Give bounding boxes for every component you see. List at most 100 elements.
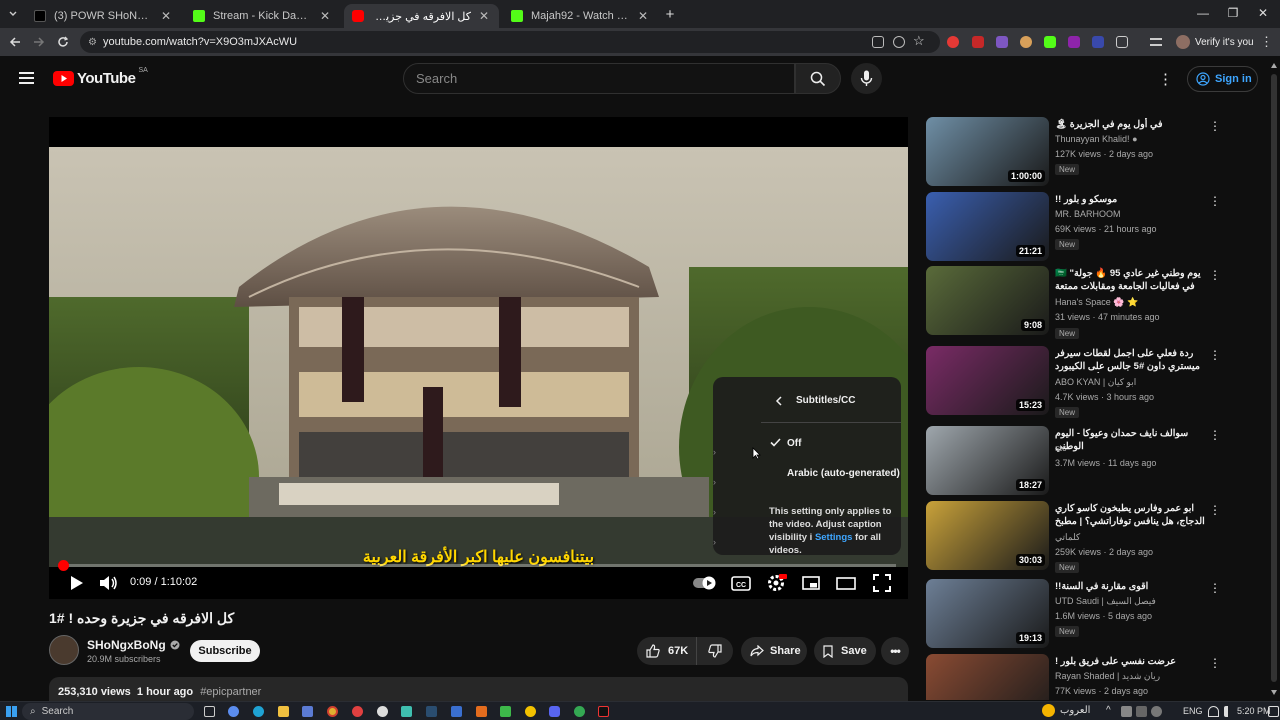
close-tab-icon[interactable]: ✕ [477,9,491,23]
app-yellow-icon[interactable] [525,706,536,717]
zoom-icon[interactable] [893,36,905,48]
tab-kick-dashboard[interactable]: Stream - Kick Dashboard ✕ [185,4,340,28]
more-vertical-icon[interactable]: ⋮ [1209,194,1221,208]
settings-menu-icon[interactable]: ⋮ [1158,70,1173,88]
site-info-icon[interactable]: ⚙ [88,37,97,48]
search-input[interactable]: Search [403,63,795,94]
channel-name[interactable]: ABO KYAN | ابو كيان [1055,377,1136,388]
miniplayer-icon[interactable] [800,572,822,594]
app-blue-icon[interactable] [451,706,462,717]
page-scrollbar[interactable] [1270,62,1278,702]
extension-honey-icon[interactable] [1020,36,1032,48]
video-thumbnail[interactable]: 30:03 [926,501,1049,570]
chrome-icon[interactable] [327,706,338,717]
search-button[interactable] [795,63,841,94]
video-thumbnail[interactable] [926,654,1049,700]
task-view-icon[interactable] [204,706,215,717]
store-icon[interactable] [302,706,313,717]
reading-list-icon[interactable] [1150,38,1162,46]
list-item[interactable]: 18:27 سوالف نايف حمدان وعيوكا - اليوم ال… [926,426,1226,501]
share-button[interactable]: Share [741,637,807,665]
hamburger-menu-icon[interactable] [19,72,34,84]
volume-icon[interactable] [1224,706,1235,717]
subtitles-menu-header[interactable]: Subtitles/CC [713,391,901,411]
obs-icon[interactable] [377,706,388,717]
tray-app-icon[interactable] [1121,706,1132,717]
video-title[interactable]: 🇸🇦 "يوم وطني غير عادي 95 🔥 جولة في فعالي… [1055,267,1205,293]
channel-name-row[interactable]: SHoNgxBoNg [87,638,180,652]
close-tab-icon[interactable]: ✕ [318,9,332,23]
copilot-icon[interactable] [228,706,239,717]
settings-link[interactable]: Settings [815,532,852,543]
more-vertical-icon[interactable]: ⋮ [1209,119,1221,133]
restore-icon[interactable]: ❐ [1218,6,1248,20]
video-thumbnail[interactable]: 21:21 [926,192,1049,261]
scrubber-handle[interactable] [57,560,69,571]
more-actions-button[interactable]: ••• [881,637,909,665]
bookmark-star-icon[interactable]: ☆ [913,33,925,49]
tiktok-icon[interactable] [598,706,609,717]
video-title[interactable]: ردة فعلي على اجمل لقطات سيرفر ميستري داو… [1055,347,1205,373]
channel-name[interactable]: Thunayyan Khalid! ● [1055,134,1138,144]
video-title[interactable]: ابو عمر وفارس يطبخون كاسو كاري الدجاج، ه… [1055,502,1205,528]
theater-mode-icon[interactable] [835,572,857,594]
settings-gear-icon[interactable] [765,572,787,594]
fullscreen-icon[interactable] [871,572,893,594]
weather-widget[interactable]: العروب [1042,704,1090,717]
video-thumbnail[interactable]: 18:27 [926,426,1049,495]
save-button[interactable]: Save [814,637,876,665]
channel-avatar[interactable] [49,635,79,665]
video-title[interactable]: عرضت نفسي على فريق بلور ! [1055,655,1205,668]
hashtag-link[interactable]: #epicpartner [200,686,261,698]
discord-icon[interactable] [549,706,560,717]
extensions-puzzle-icon[interactable] [1116,36,1128,48]
reload-icon[interactable] [56,35,70,49]
tab-twitter[interactable]: (3) POWR SHoNgxBoNg on X: " ✕ [26,4,181,28]
captions-button[interactable]: CC [730,572,752,594]
sign-in-button[interactable]: Sign in [1187,66,1258,92]
more-vertical-icon[interactable]: ⋮ [1209,428,1221,442]
channel-name[interactable]: MR. BARHOOM [1055,209,1121,219]
tab-kick-vod[interactable]: Majah92 - Watch the VOD on K ✕ [503,4,658,28]
list-item[interactable]: عرضت نفسي على فريق بلور ! Rayan Shaded |… [926,654,1226,700]
edge-icon[interactable] [253,706,264,717]
option-arabic-auto[interactable]: Arabic (auto-generated) [761,465,901,483]
file-explorer-icon[interactable] [278,706,289,717]
dislike-button[interactable] [697,637,733,665]
more-vertical-icon[interactable]: ⋮ [1209,348,1221,362]
channel-name[interactable]: Hana's Space 🌸 ⭐ [1055,297,1138,308]
video-thumbnail[interactable]: 9:08 [926,266,1049,335]
play-button[interactable] [65,572,87,594]
chrome-profile-icon[interactable] [352,706,363,717]
tray-app-icon[interactable] [1151,706,1162,717]
list-item[interactable]: 15:23 ردة فعلي على اجمل لقطات سيرفر ميست… [926,346,1226,421]
install-app-icon[interactable] [872,36,884,48]
app-green-icon[interactable] [500,706,511,717]
video-thumbnail[interactable]: 15:23 [926,346,1049,415]
list-item[interactable]: 21:21 موسكو و بلور !! MR. BARHOOM 69K vi… [926,192,1226,267]
video-thumbnail[interactable]: 1:00:00 [926,117,1049,186]
extension-f-icon[interactable] [1068,36,1080,48]
video-title[interactable]: موسكو و بلور !! [1055,193,1205,206]
app-orange-icon[interactable] [476,706,487,717]
clock[interactable]: 5:20 PM [1237,706,1271,716]
address-bar[interactable]: ⚙ youtube.com/watch?v=X9O3mJXAcWU [80,31,940,53]
chrome-alt-icon[interactable] [574,706,585,717]
youtube-logo[interactable]: YouTube SA [53,67,148,87]
more-vertical-icon[interactable]: ⋮ [1209,503,1221,517]
tray-app-icon[interactable] [1136,706,1147,717]
voice-search-button[interactable] [851,63,882,94]
channel-name[interactable]: UTD Saudi | فيصل السيف [1055,596,1156,607]
list-item[interactable]: 30:03 ابو عمر وفارس يطبخون كاسو كاري الد… [926,501,1226,576]
subscribe-button[interactable]: Subscribe [190,640,260,662]
streamlabs-icon[interactable] [401,706,412,717]
browser-menu-icon[interactable]: ⋮ [1260,34,1273,50]
windows-start-icon[interactable] [6,706,17,717]
extension-red-icon[interactable] [947,36,959,48]
back-icon[interactable] [8,35,22,49]
video-title[interactable]: في أول يوم في الجزيرة 🏝 [1055,118,1205,131]
autoplay-toggle[interactable] [692,572,718,594]
more-vertical-icon[interactable]: ⋮ [1209,656,1221,670]
list-item[interactable]: 9:08 🇸🇦 "يوم وطني غير عادي 95 🔥 جولة في … [926,266,1226,341]
wifi-icon[interactable] [1208,706,1219,717]
